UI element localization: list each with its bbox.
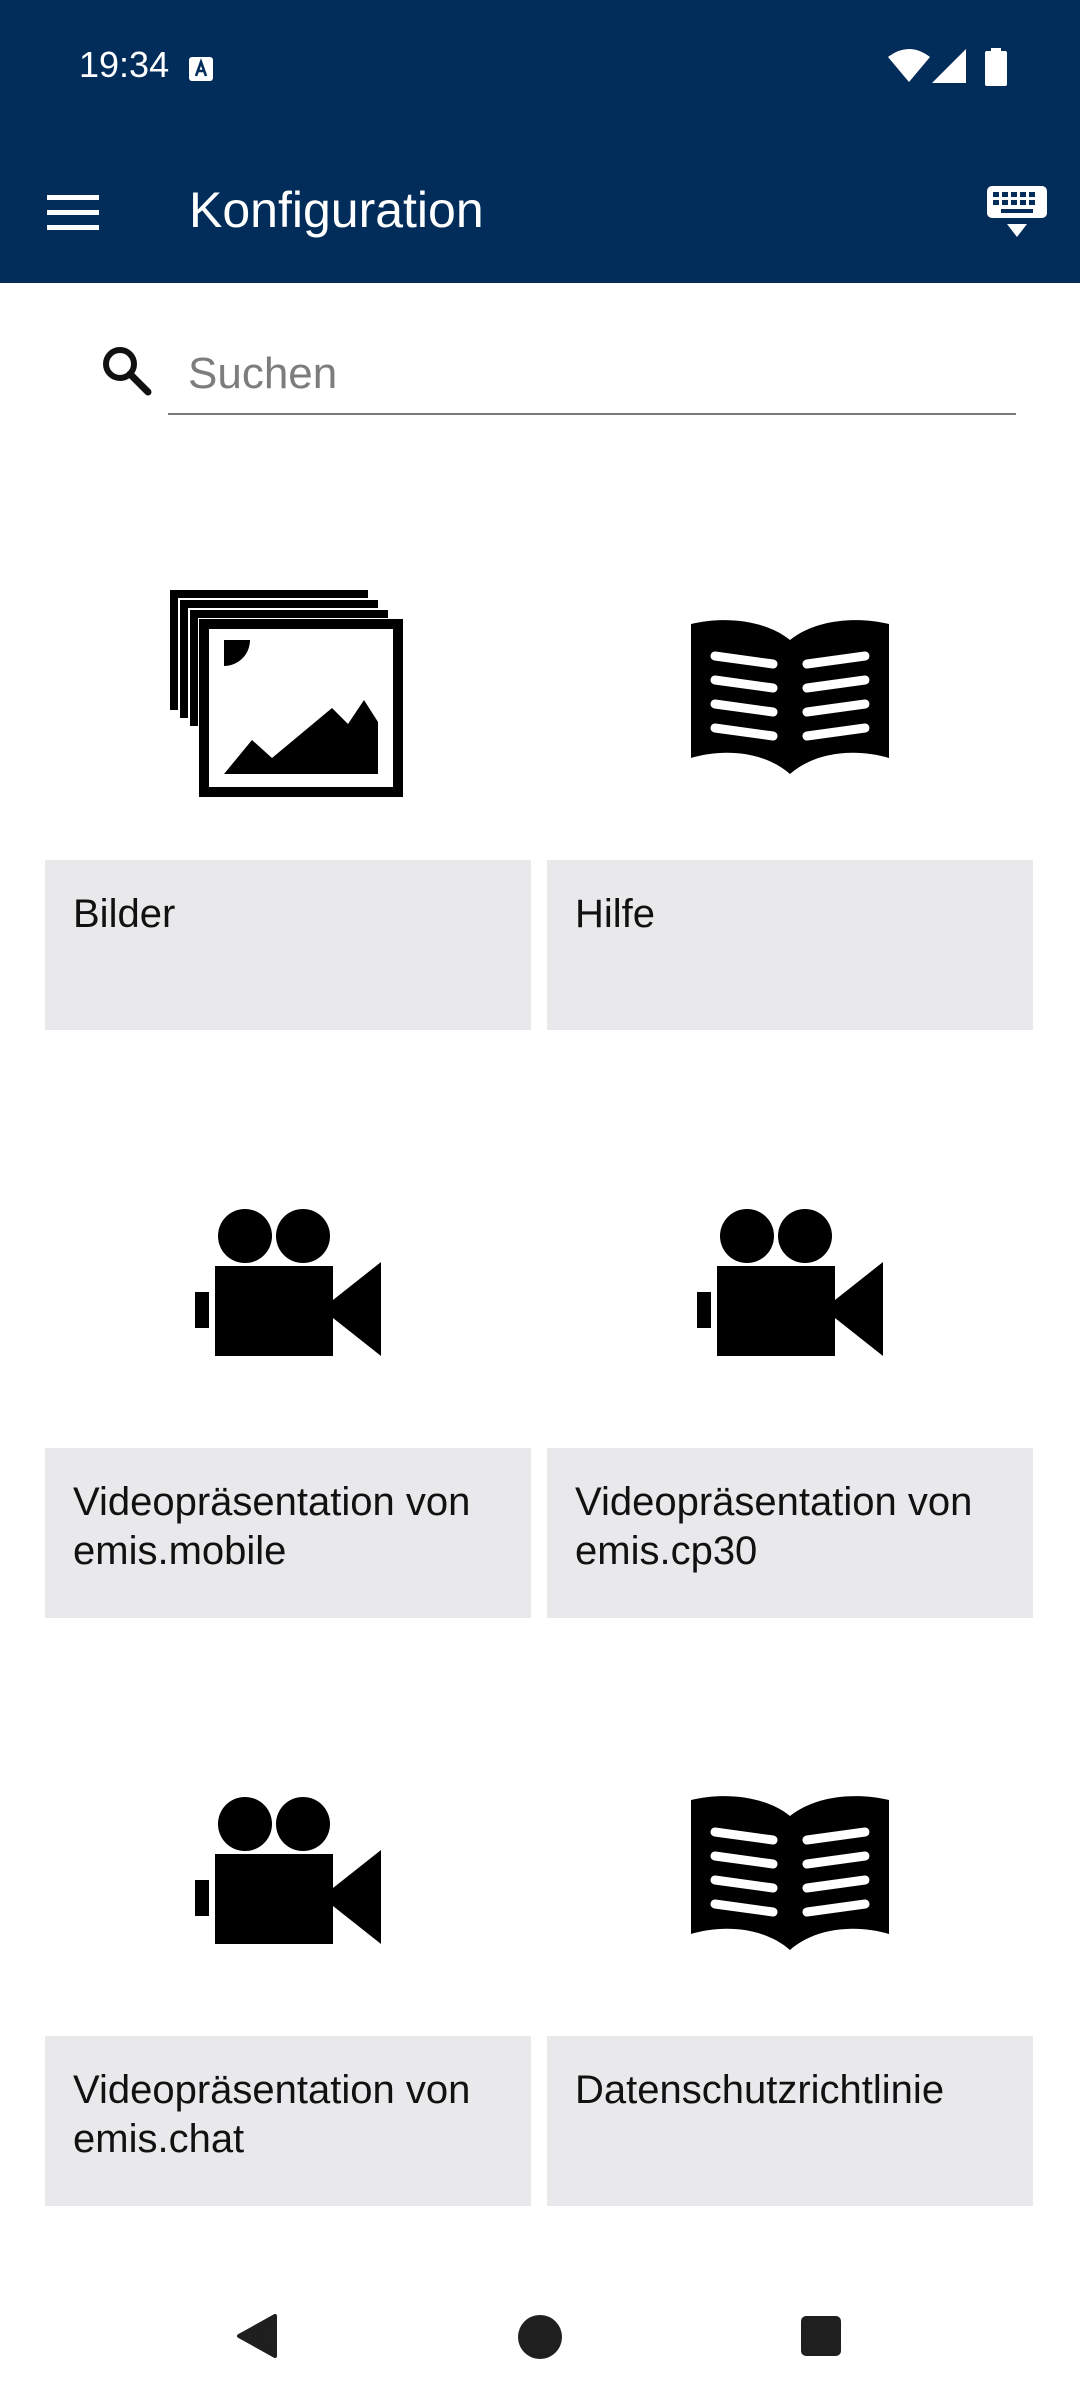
tile-label-box: Hilfe bbox=[547, 860, 1033, 1030]
tile-label-box: Videopräsentation von emis.chat bbox=[45, 2036, 531, 2206]
back-nav-icon[interactable] bbox=[235, 2312, 283, 2360]
tile-icon-container bbox=[45, 530, 531, 860]
book-icon bbox=[691, 1796, 889, 1950]
tile-datenschutzrichtlinie[interactable]: Datenschutzrichtlinie bbox=[547, 1706, 1033, 2206]
cell-signal-icon bbox=[932, 49, 966, 83]
tile-bilder[interactable]: Bilder bbox=[45, 530, 531, 1030]
tile-icon-container bbox=[547, 1706, 1033, 2036]
tile-video-emis-cp30[interactable]: Videopräsentation von emis.cp30 bbox=[547, 1118, 1033, 1618]
hamburger-menu-icon[interactable] bbox=[40, 180, 106, 246]
movie-camera-icon bbox=[697, 1209, 883, 1356]
tile-label: Hilfe bbox=[575, 892, 656, 936]
movie-camera-icon bbox=[195, 1797, 381, 1944]
search-input[interactable] bbox=[168, 335, 1016, 415]
movie-camera-icon bbox=[195, 1209, 381, 1356]
tile-label: Videopräsentation von emis.cp30 bbox=[575, 1480, 973, 1573]
status-time: 19:34 bbox=[79, 44, 170, 85]
tile-label-box: Videopräsentation von emis.mobile bbox=[45, 1448, 531, 1618]
tile-icon-container bbox=[45, 1706, 531, 2036]
tile-hilfe[interactable]: Hilfe bbox=[547, 530, 1033, 1030]
tile-video-emis-mobile[interactable]: Videopräsentation von emis.mobile bbox=[45, 1118, 531, 1618]
tile-icon-container bbox=[547, 530, 1033, 860]
book-icon bbox=[691, 620, 889, 774]
tile-label: Datenschutzrichtlinie bbox=[575, 2068, 945, 2112]
images-icon bbox=[170, 590, 403, 797]
tile-label-box: Datenschutzrichtlinie bbox=[547, 2036, 1033, 2206]
tile-label: Bilder bbox=[73, 892, 176, 936]
home-nav-icon[interactable] bbox=[517, 2314, 563, 2360]
search-icon bbox=[103, 347, 152, 396]
tile-label: Videopräsentation von emis.chat bbox=[73, 2068, 471, 2161]
tile-icon-container bbox=[45, 1118, 531, 1448]
page-title: Konfiguration bbox=[189, 182, 484, 238]
text-input-indicator-icon bbox=[189, 57, 213, 81]
recents-nav-icon[interactable] bbox=[800, 2315, 842, 2357]
tile-icon-container bbox=[547, 1118, 1033, 1448]
tile-label: Videopräsentation von emis.mobile bbox=[73, 1480, 471, 1573]
tile-video-emis-chat[interactable]: Videopräsentation von emis.chat bbox=[45, 1706, 531, 2206]
battery-icon bbox=[985, 48, 1007, 86]
keyboard-hide-icon[interactable] bbox=[985, 184, 1049, 240]
wifi-icon bbox=[888, 49, 930, 82]
tile-label-box: Bilder bbox=[45, 860, 531, 1030]
app-header: 19:34 Konfiguration bbox=[0, 0, 1080, 283]
tile-label-box: Videopräsentation von emis.cp30 bbox=[547, 1448, 1033, 1618]
